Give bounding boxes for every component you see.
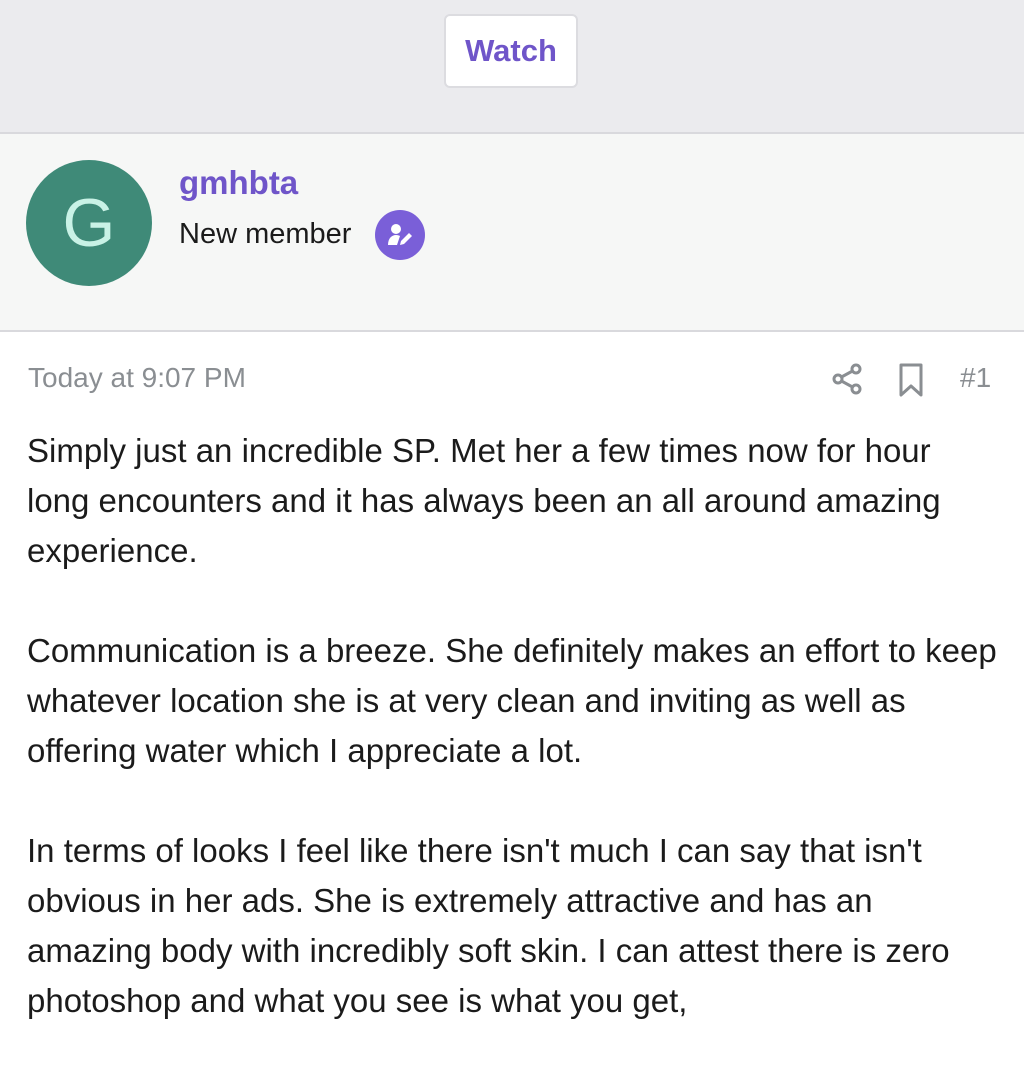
post-meta-row: Today at 9:07 PM #1 — [0, 352, 1024, 408]
avatar[interactable]: G — [26, 160, 152, 286]
post-paragraph: In terms of looks I feel like there isn'… — [27, 832, 950, 1019]
bookmark-icon[interactable] — [896, 362, 926, 398]
post-paragraph: Communication is a breeze. She definitel… — [27, 632, 997, 769]
post-number-link[interactable]: #1 — [960, 362, 991, 394]
post-timestamp[interactable]: Today at 9:07 PM — [28, 362, 246, 394]
top-bar: Watch — [0, 0, 1024, 134]
share-icon[interactable] — [830, 362, 864, 396]
post-paragraph: Simply just an incredible SP. Met her a … — [27, 432, 941, 569]
watch-button[interactable]: Watch — [444, 14, 578, 88]
post-author-block: G gmhbta New member — [0, 134, 1024, 332]
post-body: Simply just an incredible SP. Met her a … — [27, 426, 1002, 1076]
username-link[interactable]: gmhbta — [179, 164, 298, 202]
user-title: New member — [179, 218, 352, 250]
user-edit-icon — [375, 210, 425, 260]
